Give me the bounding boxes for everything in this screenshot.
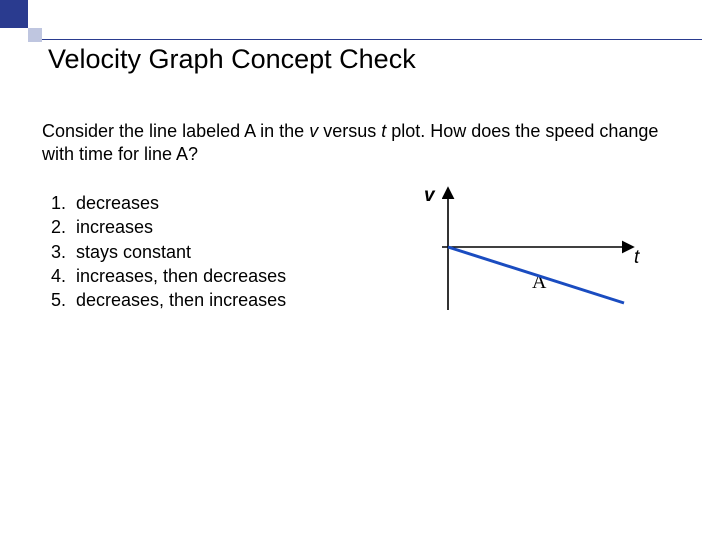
- line-a: [448, 247, 624, 303]
- question-part: Consider the line labeled A in the: [42, 121, 309, 141]
- option-number: 3.: [42, 240, 66, 264]
- option-item: 2. increases: [42, 215, 382, 239]
- option-text: decreases: [76, 191, 159, 215]
- question-part: versus: [318, 121, 381, 141]
- decor-horizontal-line: [42, 39, 702, 40]
- slide-body: Consider the line labeled A in the v ver…: [42, 120, 682, 321]
- option-text: decreases, then increases: [76, 288, 286, 312]
- option-number: 2.: [42, 215, 66, 239]
- velocity-graph: v t A: [382, 191, 682, 321]
- option-number: 5.: [42, 288, 66, 312]
- option-item: 5. decreases, then increases: [42, 288, 382, 312]
- graph-svg: [442, 185, 642, 315]
- decor-square-large: [0, 0, 28, 28]
- y-axis-label: v: [424, 185, 435, 207]
- variable-v: v: [309, 121, 318, 141]
- option-text: stays constant: [76, 240, 191, 264]
- content-row: 1. decreases 2. increases 3. stays const…: [42, 191, 682, 321]
- option-number: 1.: [42, 191, 66, 215]
- decor-square-small: [28, 28, 42, 42]
- option-text: increases: [76, 215, 153, 239]
- question-text: Consider the line labeled A in the v ver…: [42, 120, 682, 165]
- options-list: 1. decreases 2. increases 3. stays const…: [42, 191, 382, 312]
- option-item: 1. decreases: [42, 191, 382, 215]
- option-number: 4.: [42, 264, 66, 288]
- answer-options: 1. decreases 2. increases 3. stays const…: [42, 191, 382, 321]
- slide-title: Velocity Graph Concept Check: [48, 44, 416, 75]
- option-item: 4. increases, then decreases: [42, 264, 382, 288]
- option-text: increases, then decreases: [76, 264, 286, 288]
- option-item: 3. stays constant: [42, 240, 382, 264]
